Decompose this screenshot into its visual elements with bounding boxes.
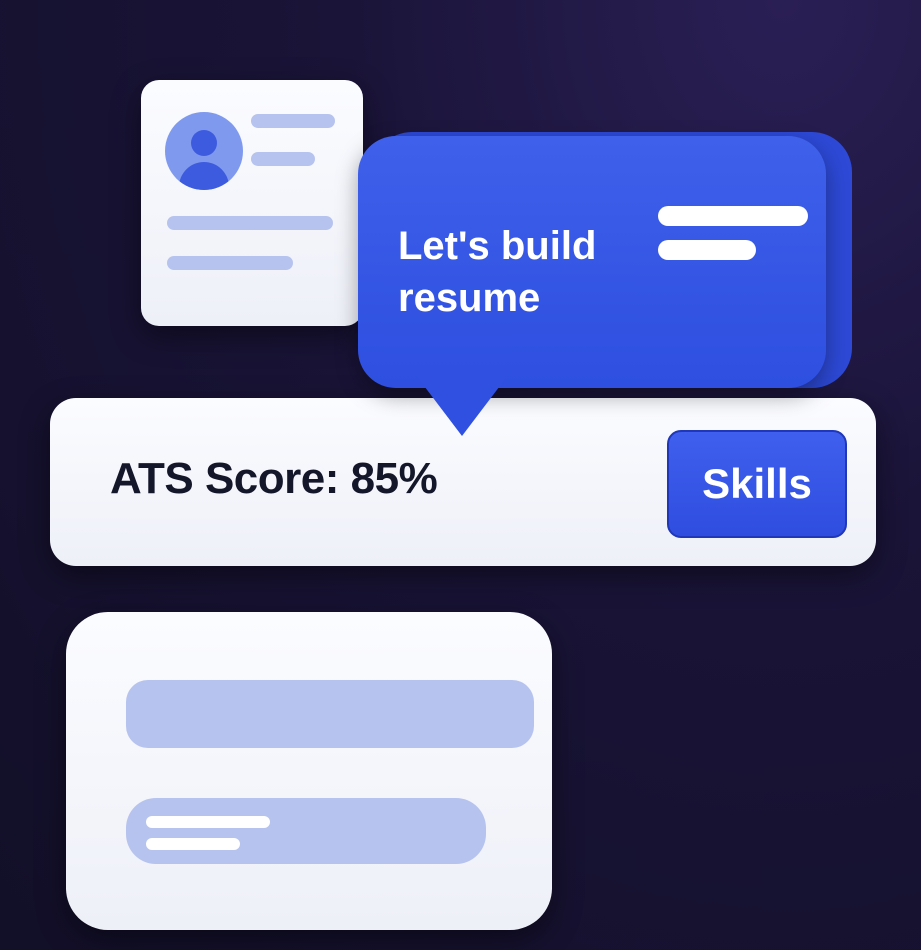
profile-skeleton-line	[251, 114, 335, 128]
profile-card	[141, 80, 363, 326]
skeleton-input-bar	[126, 798, 486, 864]
skeleton-input-bar	[126, 680, 534, 748]
speech-bubble: Let's build resume	[358, 136, 826, 388]
user-avatar-icon	[165, 112, 243, 190]
skeleton-text-line	[146, 816, 270, 828]
ats-score-label: ATS Score: 85%	[110, 454, 438, 503]
bubble-text-line-icon	[658, 240, 756, 260]
profile-skeleton-line	[251, 152, 315, 166]
skills-button[interactable]: Skills	[667, 430, 847, 538]
skeleton-text-line	[146, 838, 240, 850]
profile-skeleton-line	[167, 256, 293, 270]
bubble-tail	[412, 370, 512, 436]
bubble-text-line-icon	[658, 206, 808, 226]
profile-skeleton-line	[167, 216, 333, 230]
bubble-message: Let's build resume	[398, 224, 597, 320]
skeleton-card	[66, 612, 552, 930]
